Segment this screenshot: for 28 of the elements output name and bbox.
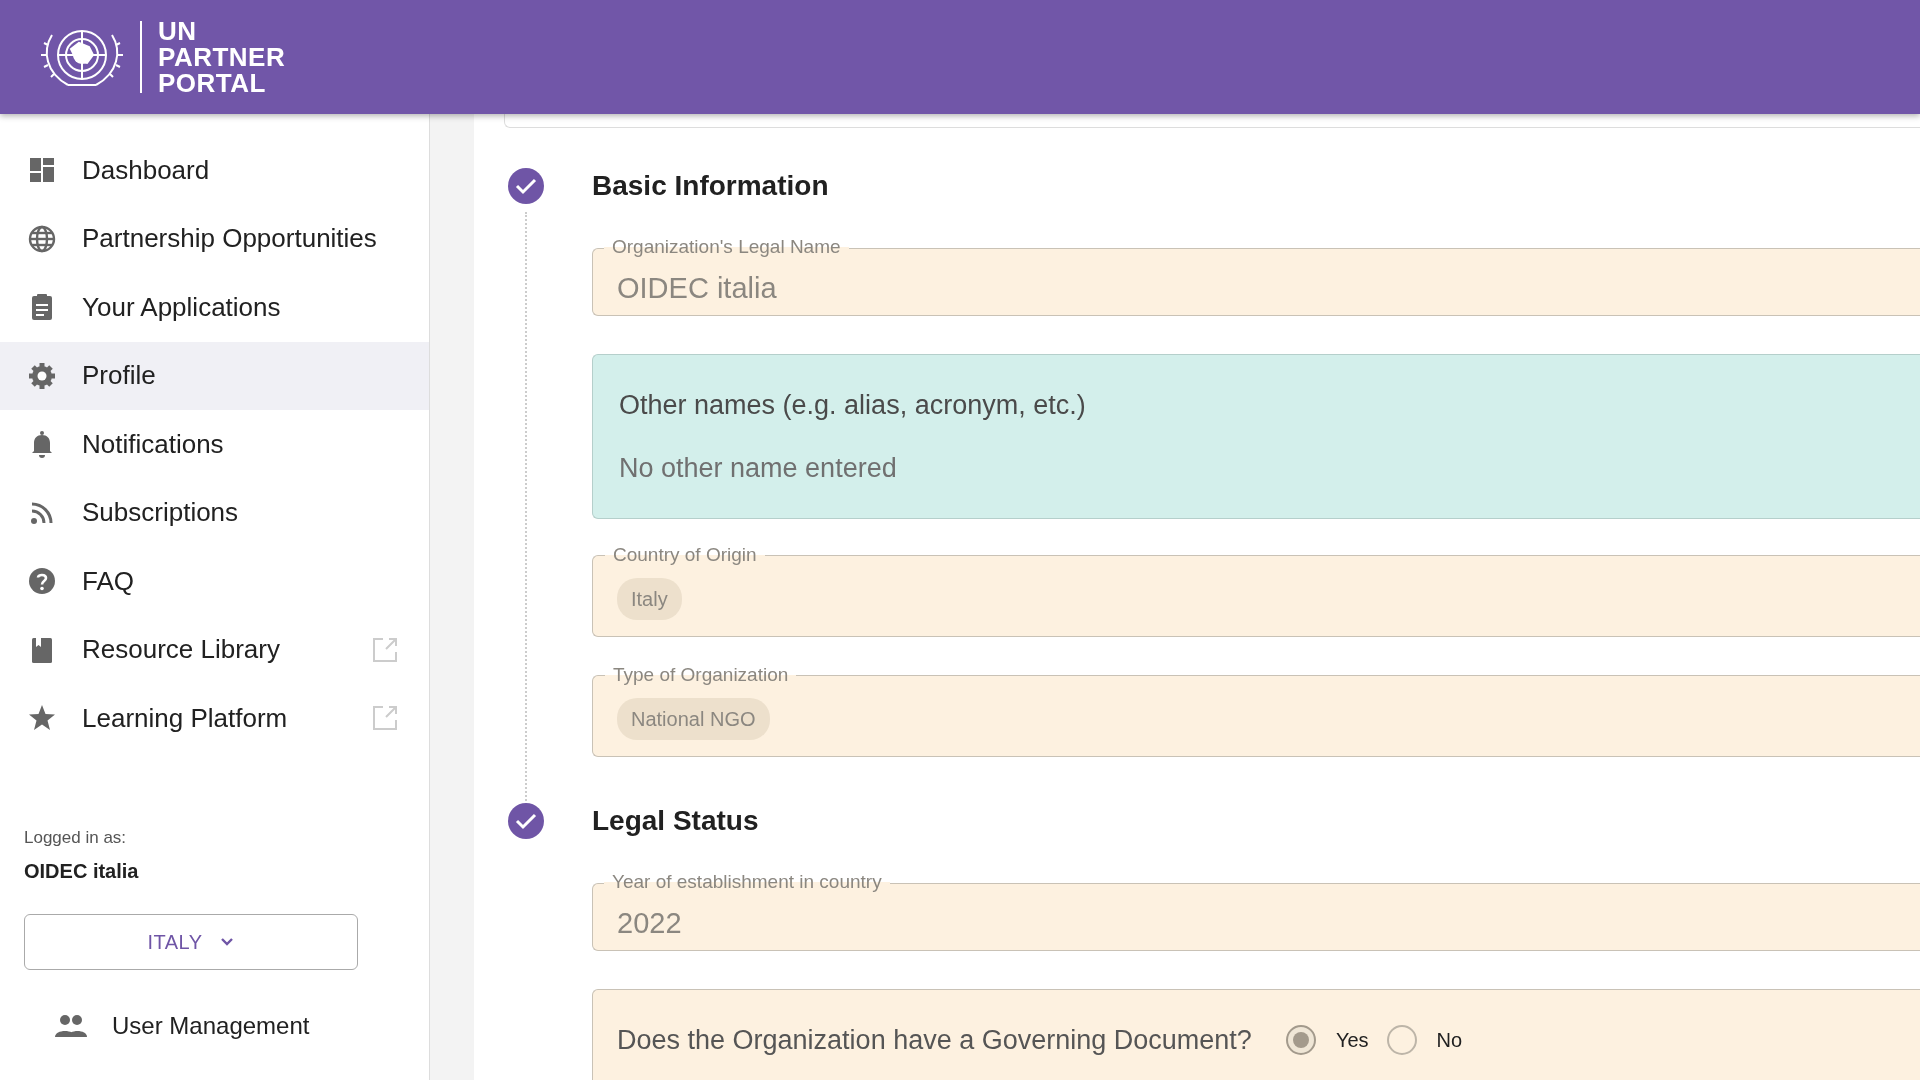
field-value: No other name entered — [619, 451, 898, 485]
section-title: Basic Information — [592, 169, 830, 203]
logged-in-label: Logged in as: — [24, 826, 128, 849]
section-title: Legal Status — [592, 804, 760, 838]
logo-text: UN — [158, 18, 198, 44]
sidebar-item[interactable]: Resource Library — [0, 615, 429, 684]
people-icon — [54, 1013, 88, 1039]
sidebar-item[interactable]: FAQ — [0, 547, 429, 616]
question-text: Does the Organization have a Governing Document? — [617, 1024, 1252, 1057]
sidebar-item[interactable]: Notifications — [0, 410, 429, 479]
sidebar-item[interactable]: Subscriptions — [0, 478, 429, 547]
logo-text: PARTNER — [158, 44, 286, 70]
radio-label: Yes — [1335, 1028, 1369, 1054]
chip: National NGO — [617, 698, 770, 740]
field-label: Other names (e.g. alias, acronym, etc.) — [619, 389, 1087, 422]
logo-text: PORTAL — [158, 70, 267, 96]
chip: Italy — [617, 578, 682, 620]
radio-button[interactable] — [1285, 1025, 1316, 1056]
sidebar-item[interactable]: Partnership Opportunities — [0, 204, 429, 273]
sidebar-item[interactable]: Dashboard — [0, 136, 429, 205]
sidebar-item[interactable]: Learning Platform — [0, 684, 429, 753]
sidebar-item[interactable]: Your Applications — [0, 273, 429, 342]
user-management-link[interactable]: User Management — [54, 1008, 429, 1044]
sidebar-item[interactable]: Profile — [0, 341, 429, 410]
radio-button[interactable] — [1386, 1025, 1417, 1056]
radio-label: No — [1436, 1028, 1463, 1054]
country-dropdown[interactable]: ITALY — [24, 914, 358, 970]
user-name: OIDEC italia — [24, 859, 140, 884]
